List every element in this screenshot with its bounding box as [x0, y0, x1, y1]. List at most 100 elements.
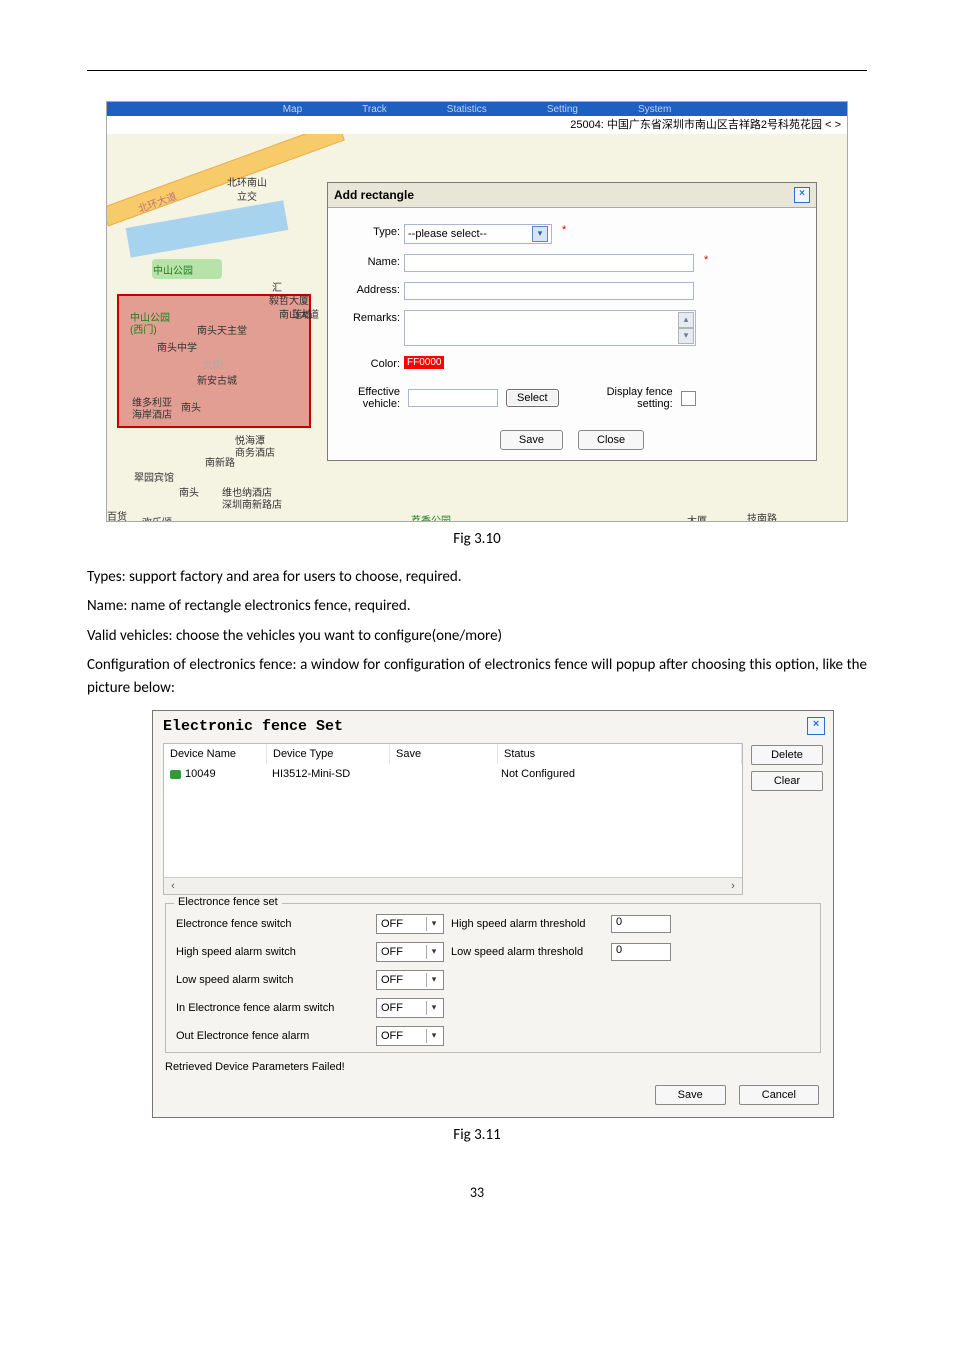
- effective-vehicle-input[interactable]: [408, 389, 498, 407]
- poi: 莲城: [292, 306, 312, 321]
- add-rectangle-dialog-title: Add rectangle: [334, 188, 414, 202]
- low-speed-switch-select[interactable]: OFF▾: [376, 970, 444, 990]
- scroll-right-icon[interactable]: ›: [726, 880, 740, 892]
- out-fence-switch-label: Out Electronce fence alarm: [176, 1030, 376, 1042]
- save-button[interactable]: Save: [500, 430, 563, 450]
- close-icon[interactable]: ×: [794, 187, 810, 203]
- tab-statistics[interactable]: Statistics: [447, 104, 487, 115]
- poi: 深圳南新路店: [222, 496, 282, 511]
- name-label: Name:: [338, 254, 404, 268]
- tab-track[interactable]: Track: [362, 104, 387, 115]
- poi: 大厦: [687, 512, 707, 521]
- high-speed-switch-select[interactable]: OFF▾: [376, 942, 444, 962]
- body-text: Types: support factory and area for user…: [87, 566, 867, 700]
- poi: 毅哲大厦: [269, 292, 309, 307]
- chevron-down-icon[interactable]: ▾: [426, 1001, 441, 1015]
- poi: 学生北路: [607, 520, 647, 521]
- high-threshold-label: High speed alarm threshold: [451, 918, 611, 930]
- chevron-down-icon[interactable]: ▾: [426, 917, 441, 931]
- display-fence-label-l1: Display fence: [607, 386, 673, 398]
- chevron-down-icon[interactable]: ▾: [532, 226, 548, 242]
- high-threshold-input[interactable]: 0: [611, 915, 671, 933]
- fence-switch-select[interactable]: OFF▾: [376, 914, 444, 934]
- tab-map[interactable]: Map: [283, 104, 302, 115]
- scroll-left-icon[interactable]: ‹: [166, 880, 180, 892]
- low-threshold-input[interactable]: 0: [611, 943, 671, 961]
- poi: 翠园宾馆: [134, 469, 174, 484]
- color-label: Color:: [338, 356, 404, 370]
- out-fence-switch-select[interactable]: OFF▾: [376, 1026, 444, 1046]
- chevron-down-icon[interactable]: ▾: [426, 1029, 441, 1043]
- figure-3-10-caption: Fig 3.10: [87, 530, 867, 548]
- tab-setting[interactable]: Setting: [547, 104, 578, 115]
- effective-vehicle-label-l1: Effective: [338, 386, 400, 398]
- poi: 百货: [107, 508, 127, 521]
- poi: 技南路: [747, 510, 777, 521]
- poi: 荔香公园: [411, 512, 451, 521]
- low-threshold-label: Low speed alarm threshold: [451, 946, 611, 958]
- group-title: Electronce fence set: [174, 896, 282, 908]
- map-canvas[interactable]: 北环大道 北环南山 立交 中山公园 汇 毅哲大厦 中山公园 (西门) 南山大道 …: [107, 134, 847, 521]
- effective-vehicle-label-l2: vehicle:: [338, 398, 400, 410]
- add-rectangle-dialog: Add rectangle × Type: --please select-- …: [327, 182, 817, 461]
- electronic-fence-set-dialog: Electronic fence Set × Device Name Devic…: [152, 710, 834, 1118]
- select-button[interactable]: Select: [506, 389, 559, 407]
- electronic-fence-set-title: Electronic fence Set: [163, 718, 343, 735]
- address-input[interactable]: [404, 282, 694, 300]
- save-button[interactable]: Save: [655, 1085, 726, 1105]
- required-mark: *: [562, 224, 566, 236]
- in-fence-switch-select[interactable]: OFF▾: [376, 998, 444, 1018]
- scroll-up-icon[interactable]: ▴: [678, 312, 694, 328]
- poi: 商务酒店: [235, 444, 275, 459]
- map-address-bar: 25004: 中国广东省深圳市南山区吉祥路2号科苑花园 < >: [107, 116, 847, 135]
- clear-button[interactable]: Clear: [751, 771, 823, 791]
- cell-device-name: 10049: [185, 768, 216, 780]
- para-valid-vehicles: Valid vehicles: choose the vehicles you …: [87, 625, 867, 648]
- poi: 南新路: [205, 454, 235, 469]
- type-label: Type:: [338, 224, 404, 238]
- table-row[interactable]: 10049 HI3512-Mini-SD Not Configured: [164, 764, 742, 821]
- poi: 新安古城: [197, 372, 237, 387]
- type-select-value: --please select--: [408, 228, 487, 240]
- remarks-textarea[interactable]: ▴ ▾: [404, 310, 696, 346]
- status-message: Retrieved Device Parameters Failed!: [165, 1061, 821, 1073]
- chevron-down-icon[interactable]: ▾: [426, 973, 441, 987]
- cell-status: Not Configured: [495, 764, 742, 821]
- poi: 中山公园: [153, 262, 193, 277]
- cell-save: [388, 764, 495, 821]
- cancel-button[interactable]: Cancel: [739, 1085, 819, 1105]
- close-icon[interactable]: ×: [807, 717, 825, 735]
- chevron-down-icon[interactable]: ▾: [426, 945, 441, 959]
- table-scrollbar[interactable]: ‹ ›: [164, 877, 742, 894]
- poi: 南头天主堂: [197, 322, 247, 337]
- col-save: Save: [390, 744, 498, 764]
- para-types: Types: support factory and area for user…: [87, 566, 867, 589]
- device-table-header: Device Name Device Type Save Status: [164, 744, 742, 764]
- figure-3-10: Map Track Statistics Setting System 2500…: [106, 101, 848, 522]
- col-device-name: Device Name: [164, 744, 267, 764]
- low-speed-switch-label: Low speed alarm switch: [176, 974, 376, 986]
- poi: 立交: [237, 188, 257, 203]
- type-select[interactable]: --please select-- ▾: [404, 224, 552, 244]
- name-input[interactable]: [404, 254, 694, 272]
- poi: 海岸酒店: [132, 406, 172, 421]
- color-swatch[interactable]: FF0000: [404, 356, 444, 369]
- poi: 北环南山: [227, 174, 267, 189]
- poi: 南头: [181, 399, 201, 414]
- required-mark: *: [704, 254, 708, 266]
- poi: (西门): [130, 321, 157, 336]
- address-label: Address:: [338, 282, 404, 296]
- close-button[interactable]: Close: [578, 430, 644, 450]
- scroll-down-icon[interactable]: ▾: [678, 328, 694, 344]
- in-fence-switch-label: In Electronce fence alarm switch: [176, 1002, 376, 1014]
- poi: 欢乐颂: [142, 514, 172, 521]
- fence-switch-label: Electronce fence switch: [176, 918, 376, 930]
- poi: 九街: [203, 356, 223, 371]
- delete-button[interactable]: Delete: [751, 745, 823, 765]
- remarks-label: Remarks:: [338, 310, 404, 324]
- tab-system[interactable]: System: [638, 104, 671, 115]
- display-fence-checkbox[interactable]: [681, 391, 696, 406]
- device-table: Device Name Device Type Save Status 1004…: [163, 743, 743, 895]
- map-tab-bar: Map Track Statistics Setting System: [107, 102, 847, 116]
- page-number: 33: [87, 1184, 867, 1201]
